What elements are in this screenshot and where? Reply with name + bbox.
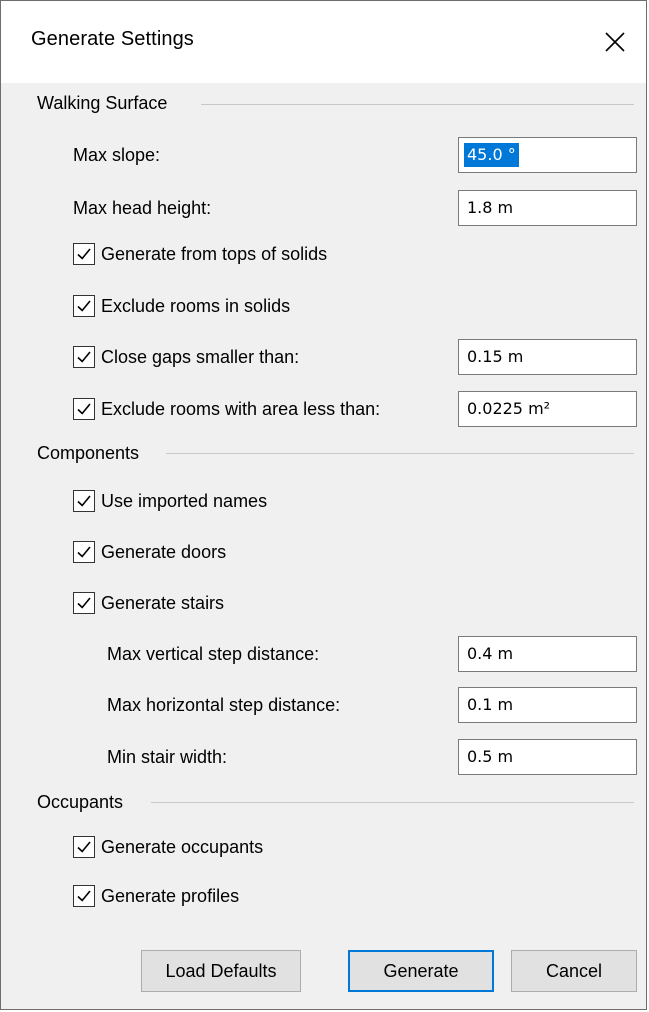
generate-settings-dialog: Generate Settings Walking Surface Max sl…: [0, 0, 647, 1010]
checkbox-box: [73, 398, 95, 420]
checkmark-icon: [77, 300, 91, 312]
checkbox-box: [73, 885, 95, 907]
max-vertical-step-label: Max vertical step distance:: [107, 644, 320, 664]
close-gaps-checkbox[interactable]: Close gaps smaller than:: [73, 346, 299, 368]
checkmark-icon: [77, 546, 91, 558]
checkbox-box: [73, 592, 95, 614]
generate-stairs-checkbox[interactable]: Generate stairs: [73, 592, 224, 614]
min-stair-width-label: Min stair width:: [107, 747, 228, 767]
group-divider: [151, 802, 634, 803]
checkbox-label: Exclude rooms in solids: [101, 295, 291, 316]
group-divider: [166, 453, 634, 454]
dialog-title: Generate Settings: [31, 28, 194, 50]
occupants-heading: Occupants: [37, 792, 136, 813]
checkmark-icon: [77, 495, 91, 507]
checkbox-label: Generate occupants: [101, 836, 264, 857]
min-stair-width-field[interactable]: 0.5 m: [458, 739, 637, 775]
checkbox-label: Generate doors: [101, 541, 227, 562]
generate-doors-checkbox[interactable]: Generate doors: [73, 541, 226, 563]
checkmark-icon: [77, 890, 91, 902]
checkbox-label: Close gaps smaller than:: [101, 346, 300, 367]
checkbox-box: [73, 541, 95, 563]
checkbox-label: Generate from tops of solids: [101, 243, 328, 264]
generate-occupants-checkbox[interactable]: Generate occupants: [73, 836, 263, 858]
checkmark-icon: [77, 403, 91, 415]
checkbox-box: [73, 836, 95, 858]
close-button[interactable]: [584, 1, 646, 83]
checkmark-icon: [77, 841, 91, 853]
checkbox-box: [73, 346, 95, 368]
max-vertical-step-field[interactable]: 0.4 m: [458, 636, 637, 672]
max-slope-value: 45.0 °: [464, 143, 519, 167]
checkbox-box: [73, 295, 95, 317]
group-divider: [201, 104, 634, 105]
checkbox-box: [73, 243, 95, 265]
checkbox-label: Generate profiles: [101, 885, 240, 906]
exclude-rooms-in-solids-checkbox[interactable]: Exclude rooms in solids: [73, 295, 290, 317]
checkmark-icon: [77, 597, 91, 609]
max-horizontal-step-label: Max horizontal step distance:: [107, 695, 341, 715]
checkmark-icon: [77, 351, 91, 363]
max-head-height-label: Max head height:: [73, 198, 212, 218]
checkbox-label: Exclude rooms with area less than:: [101, 398, 381, 419]
generate-from-tops-checkbox[interactable]: Generate from tops of solids: [73, 243, 327, 265]
max-head-height-field[interactable]: 1.8 m: [458, 190, 637, 226]
exclude-area-field[interactable]: 0.0225 m²: [458, 391, 637, 427]
components-heading: Components: [37, 443, 152, 464]
checkmark-icon: [77, 248, 91, 260]
generate-profiles-checkbox[interactable]: Generate profiles: [73, 885, 239, 907]
title-bar: Generate Settings: [1, 1, 646, 83]
max-slope-label: Max slope:: [73, 145, 161, 165]
use-imported-names-checkbox[interactable]: Use imported names: [73, 490, 267, 512]
close-gaps-field[interactable]: 0.15 m: [458, 339, 637, 375]
max-slope-field[interactable]: 45.0 °: [458, 137, 637, 173]
cancel-button[interactable]: Cancel: [511, 950, 637, 992]
checkbox-box: [73, 490, 95, 512]
close-icon: [605, 32, 625, 52]
walking-surface-heading: Walking Surface: [37, 93, 180, 114]
max-horizontal-step-field[interactable]: 0.1 m: [458, 687, 637, 723]
checkbox-label: Use imported names: [101, 490, 268, 511]
load-defaults-button[interactable]: Load Defaults: [141, 950, 301, 992]
exclude-small-rooms-checkbox[interactable]: Exclude rooms with area less than:: [73, 398, 380, 420]
generate-button[interactable]: Generate: [348, 950, 494, 992]
checkbox-label: Generate stairs: [101, 592, 225, 613]
